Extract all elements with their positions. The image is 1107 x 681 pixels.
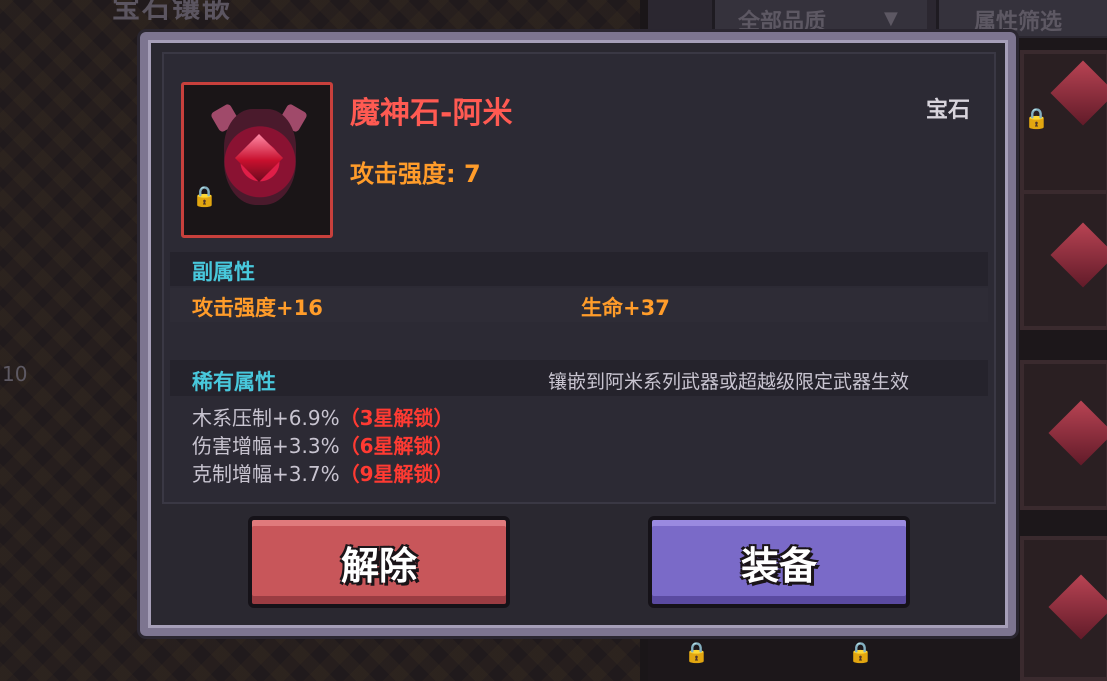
lock-icon: 🔒 [1024,106,1049,130]
unlock-requirement: （9星解锁） [339,462,454,486]
sub-stat: 攻击强度+16 [192,296,323,320]
rare-attribute-text: 克制增幅+3.7% [192,462,340,486]
rare-attribute-row: 木系压制+6.9%（3星解锁） [192,402,454,431]
remove-button[interactable]: 解除 [248,516,510,608]
level-label: 10 [2,362,28,386]
rare-attribute-text: 木系压制+6.9% [192,406,340,430]
demon-gem-icon: 🔒 [181,82,333,238]
equip-button[interactable]: 装备 [648,516,910,608]
rare-attribute-text: 伤害增幅+3.3% [192,434,340,458]
rare-attribute-row: 克制增幅+3.7%（9星解锁） [192,458,454,487]
lock-icon: 🔒 [848,640,873,664]
rare-attribute-row: 伤害增幅+3.3%（6星解锁） [192,430,454,459]
lock-icon: 🔒 [684,640,709,664]
item-name: 魔神石-阿米 [350,96,513,131]
item-type: 宝石 [926,98,971,123]
chevron-down-icon: ▼ [884,8,898,29]
unlock-requirement: （3星解锁） [339,406,454,430]
sub-attributes-title: 副属性 [192,260,255,284]
sub-attributes-header [170,252,988,286]
lock-icon: 🔒 [192,184,217,208]
sub-stat: 生命+37 [581,296,670,320]
unlock-requirement: （6星解锁） [339,434,454,458]
rare-attributes-title: 稀有属性 [192,370,276,394]
main-stat: 攻击强度: 7 [350,160,481,188]
rare-attributes-note: 镶嵌到阿米系列武器或超越级限定武器生效 [548,371,910,393]
panel-title: 宝石镶嵌 [112,0,233,24]
